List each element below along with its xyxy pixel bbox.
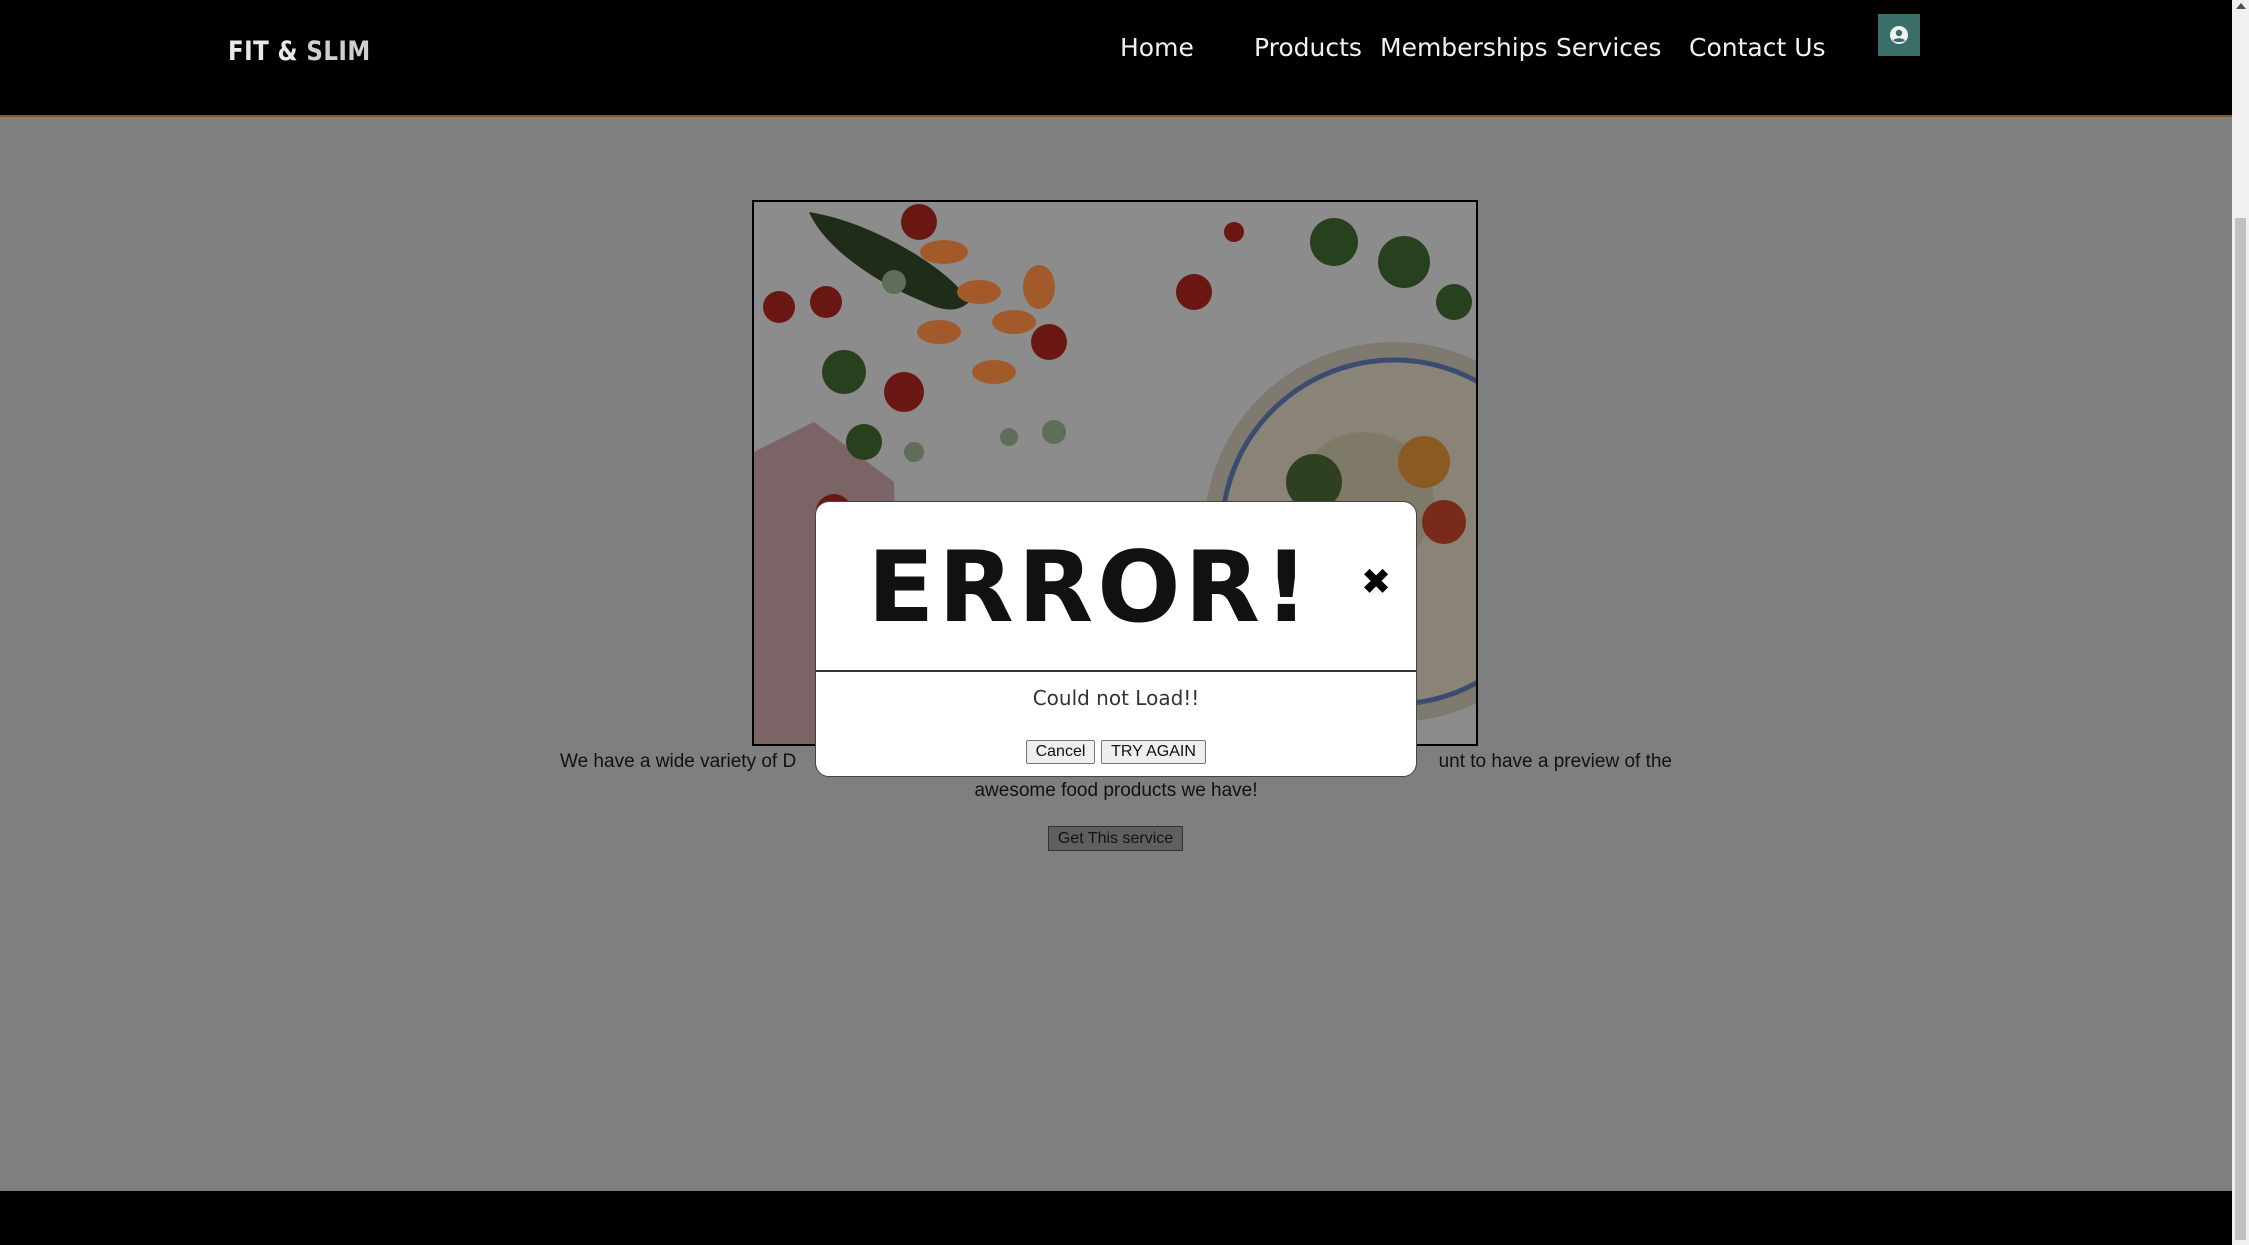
nav-contact-us[interactable]: Contact Us xyxy=(1689,33,1826,62)
nav-services[interactable]: Services xyxy=(1556,33,1661,62)
site-logo[interactable]: FIT & SLIM xyxy=(228,36,371,67)
modal-title: ERROR! xyxy=(816,538,1416,638)
description-line-1-left: We have a wide variety of D xyxy=(560,751,797,772)
site-header: FIT & SLIM Home Products Memberships Ser… xyxy=(0,0,2232,117)
description-line-1-right: unt to have a preview of the xyxy=(1438,751,1672,772)
modal-title-text: ERROR! xyxy=(867,531,1313,645)
scroll-up-arrow-icon[interactable] xyxy=(2236,3,2246,9)
nav-products[interactable]: Products xyxy=(1254,33,1362,62)
description-line-2: awesome food products we have! xyxy=(974,780,1258,801)
logo-text-fit: FIT & xyxy=(228,36,299,67)
modal-message: Could not Load!! xyxy=(1032,686,1200,710)
scrollbar-thumb[interactable] xyxy=(2235,218,2246,1240)
error-modal: ERROR! ✖ Could not Load!! Cancel TRY AGA… xyxy=(815,501,1417,777)
page: FIT & SLIM Home Products Memberships Ser… xyxy=(0,0,2232,1245)
try-again-button[interactable]: TRY AGAIN xyxy=(1101,740,1206,764)
user-circle-icon xyxy=(1890,26,1908,44)
get-service-button[interactable]: Get This service xyxy=(1048,826,1183,851)
logo-text-slim: SLIM xyxy=(306,36,371,67)
modal-header: ERROR! ✖ xyxy=(816,502,1416,672)
cancel-button[interactable]: Cancel xyxy=(1026,740,1095,764)
user-account-button[interactable] xyxy=(1878,14,1920,56)
site-footer xyxy=(0,1191,2232,1245)
nav-memberships[interactable]: Memberships xyxy=(1380,33,1548,62)
close-x-icon[interactable]: ✖ xyxy=(1361,565,1391,601)
nav-home[interactable]: Home xyxy=(1120,33,1194,62)
